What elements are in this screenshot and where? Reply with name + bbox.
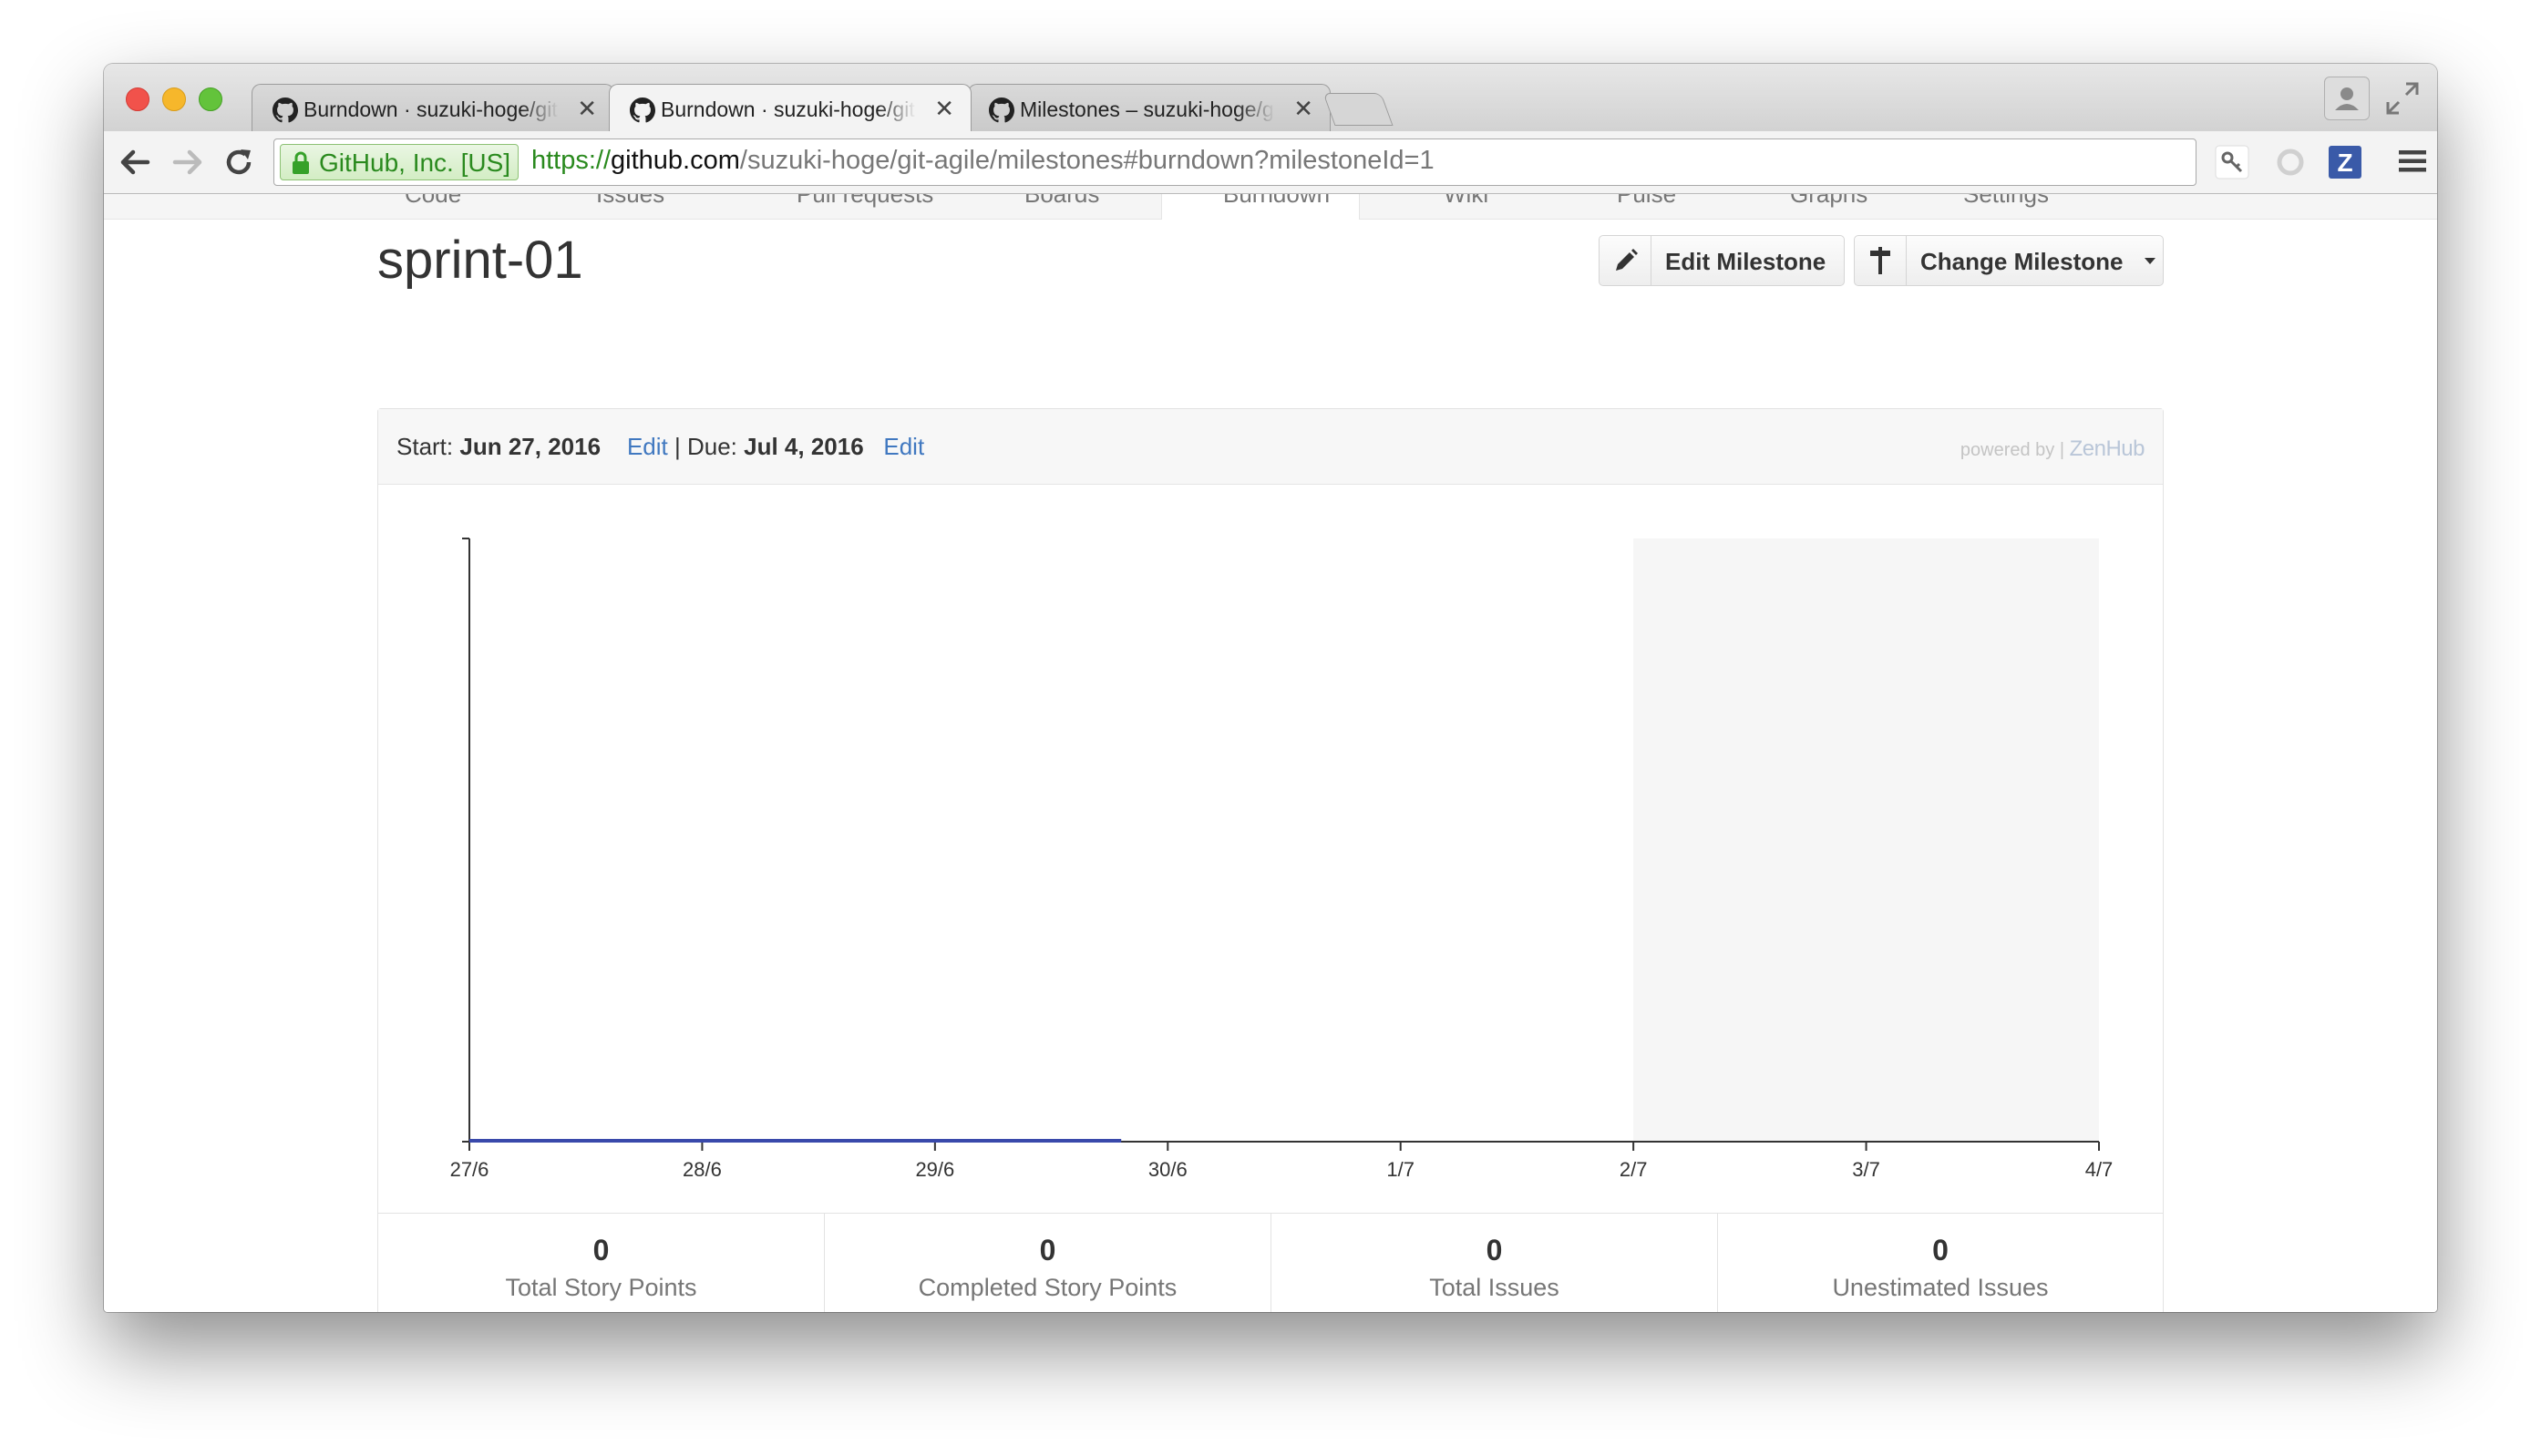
pencil-icon [1616, 249, 1638, 271]
edit-milestone-button[interactable]: Edit Milestone [1599, 235, 1845, 286]
stat-label: Total Story Points [505, 1274, 697, 1301]
stat-label: Completed Story Points [918, 1274, 1178, 1301]
milestone-title: sprint-01 [377, 231, 583, 290]
x-tick-label: 28/6 [683, 1158, 722, 1181]
x-tick-label: 27/6 [450, 1158, 489, 1181]
change-milestone-label: Change Milestone [1920, 248, 2124, 275]
tab-title: Milestones – suzuki-hoge/git-agile [1020, 97, 1275, 121]
address-bar[interactable]: GitHub, Inc. [US] https://github.com/suz… [273, 138, 2359, 186]
edit-milestone-label: Edit Milestone [1665, 248, 1826, 275]
edit-due-date-link[interactable]: Edit [883, 433, 924, 460]
key-extension-icon[interactable] [2215, 145, 2249, 179]
stat-value: 0 [1932, 1234, 1949, 1266]
burndown-panel: Start: Jun 27, 2016 Edit | Due: Jul 4, 2… [377, 408, 2164, 1312]
browser-window: Burndown · suzuki-hoge/git-agile ✕ Burnd… [104, 64, 2437, 1312]
minimize-window-button[interactable] [162, 87, 186, 111]
stat-label: Total Issues [1429, 1274, 1559, 1301]
tab-title: Burndown · suzuki-hoge/git-agile [661, 97, 916, 121]
menu-icon[interactable] [2397, 148, 2428, 175]
repo-nav-graphs[interactable]: Graphs [1790, 193, 1867, 209]
repo-nav-burndown[interactable]: Burndown [1223, 193, 1330, 209]
edit-icon-box [1600, 236, 1651, 285]
url-scheme: https:// [531, 146, 612, 175]
fullscreen-icon[interactable] [2382, 78, 2423, 118]
close-icon[interactable]: ✕ [1293, 95, 1313, 123]
person-icon [2335, 87, 2359, 110]
sync-extension-icon[interactable] [2273, 145, 2308, 179]
browser-toolbar: GitHub, Inc. [US] https://github.com/suz… [104, 131, 2437, 194]
tab-burndown-2[interactable]: Burndown · suzuki-hoge/git-agile ✕ [609, 84, 972, 133]
zenhub-logo-text: ZenHub [2069, 436, 2145, 461]
close-icon[interactable]: ✕ [934, 95, 954, 123]
milestone-dates: Start: Jun 27, 2016 Edit | Due: Jul 4, 2… [396, 433, 924, 461]
change-icon-box [1855, 236, 1907, 285]
tab-title: Burndown · suzuki-hoge/git-agile [303, 97, 559, 121]
repo-nav-pull-requests[interactable]: Pull requests [797, 193, 933, 209]
repo-nav-pulse[interactable]: Pulse [1617, 193, 1676, 209]
url-host: github.com [611, 146, 740, 175]
stat-total-story-points: 0 Total Story Points [378, 1214, 825, 1312]
forward-icon[interactable] [170, 144, 206, 180]
url-text: https://github.com/suzuki-hoge/git-agile… [531, 146, 1435, 176]
zoom-window-button[interactable] [199, 87, 222, 111]
lock-icon [293, 151, 309, 174]
zenhub-extension-icon[interactable]: Z [2328, 145, 2362, 179]
tab-burndown-1[interactable]: Burndown · suzuki-hoge/git-agile ✕ [252, 84, 614, 131]
tab-milestones[interactable]: Milestones – suzuki-hoge/git-agile ✕ [968, 84, 1331, 131]
page-content: Code Issues Pull requests Boards Burndow… [104, 193, 2437, 1312]
stat-completed-story-points: 0 Completed Story Points [825, 1214, 1271, 1312]
due-label: Due: [686, 433, 737, 460]
x-tick-label: 29/6 [915, 1158, 954, 1181]
close-window-button[interactable] [126, 87, 149, 111]
back-icon[interactable] [117, 144, 153, 180]
stat-value: 0 [1486, 1234, 1503, 1266]
stat-value: 0 [1039, 1234, 1056, 1266]
x-tick-label: 3/7 [1852, 1158, 1880, 1181]
tab-strip: Burndown · suzuki-hoge/git-agile ✕ Burnd… [104, 64, 2437, 133]
stat-label: Unestimated Issues [1832, 1274, 2049, 1301]
milestone-stats: 0 Total Story Points 0 Completed Story P… [378, 1213, 2163, 1312]
github-icon [630, 97, 655, 123]
new-tab-button[interactable] [1322, 93, 1394, 126]
reload-icon[interactable] [221, 144, 257, 180]
start-label: Start: [396, 433, 454, 460]
zenhub-extension-letter: Z [2337, 149, 2352, 177]
repo-nav-settings[interactable]: Settings [1963, 193, 2049, 209]
repo-nav-issues[interactable]: Issues [596, 193, 664, 209]
stat-total-issues: 0 Total Issues [1271, 1214, 1718, 1312]
caret-down-icon [2145, 258, 2155, 264]
powered-by-text: powered by [1960, 440, 2055, 460]
profile-button[interactable] [2324, 77, 2370, 120]
date-separator: | [674, 433, 681, 460]
start-date: Jun 27, 2016 [459, 433, 602, 460]
x-tick-label: 2/7 [1620, 1158, 1648, 1181]
stat-unestimated-issues: 0 Unestimated Issues [1718, 1214, 2163, 1312]
stat-value: 0 [592, 1234, 610, 1266]
github-icon [273, 97, 298, 123]
milestone-signpost-icon [1870, 247, 1890, 274]
milestone-dates-header: Start: Jun 27, 2016 Edit | Due: Jul 4, 2… [378, 409, 2163, 485]
github-icon [989, 97, 1014, 123]
x-tick-label: 4/7 [2085, 1158, 2114, 1181]
ev-certificate-badge[interactable]: GitHub, Inc. [US] [280, 144, 520, 180]
ev-label: GitHub, Inc. [US] [319, 149, 511, 177]
edit-start-date-link[interactable]: Edit [627, 433, 668, 460]
url-path: /suzuki-hoge/git-agile/milestones#burndo… [739, 146, 1435, 175]
repo-nav-wiki[interactable]: Wiki [1444, 193, 1488, 209]
due-date: Jul 4, 2016 [744, 433, 864, 460]
powered-by-zenhub[interactable]: powered by | ZenHub [1960, 436, 2145, 462]
x-tick-label: 30/6 [1148, 1158, 1188, 1181]
x-tick-label: 1/7 [1386, 1158, 1415, 1181]
change-milestone-button[interactable]: Change Milestone [1854, 235, 2164, 286]
repo-nav: Code Issues Pull requests Boards Burndow… [104, 193, 2437, 220]
repo-nav-code[interactable]: Code [405, 193, 461, 209]
weekend-shade [1633, 538, 2099, 1142]
burndown-chart: 27/6 28/6 29/6 30/6 1/7 2/7 3/7 4/7 [450, 538, 2114, 1181]
repo-nav-boards[interactable]: Boards [1024, 193, 1099, 209]
close-icon[interactable]: ✕ [577, 95, 597, 123]
